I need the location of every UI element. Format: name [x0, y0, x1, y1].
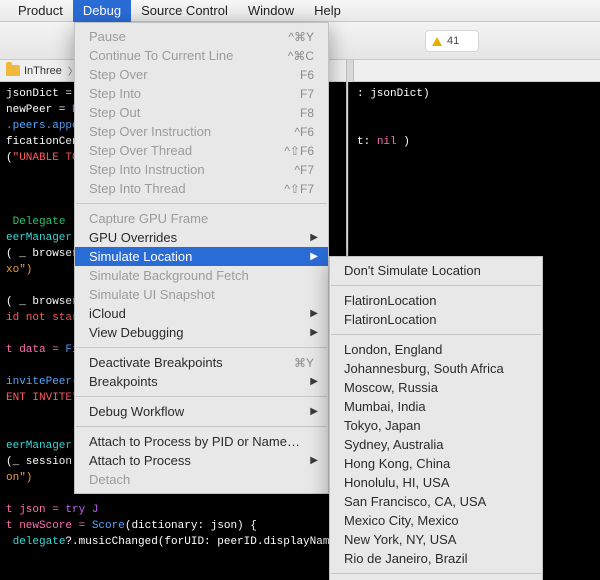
chevron-right-icon: ▶ — [310, 455, 318, 466]
menu-item-gpu-overrides[interactable]: GPU Overrides▶ — [75, 228, 328, 247]
menu-item-step-out: Step OutF8 — [75, 103, 328, 122]
menu-item-debug-workflow[interactable]: Debug Workflow▶ — [75, 402, 328, 421]
menu-item-city[interactable]: Mumbai, India — [330, 397, 542, 416]
chevron-right-icon: ▶ — [310, 232, 318, 243]
menu-item-city[interactable]: Rio de Janeiro, Brazil — [330, 549, 542, 568]
menubar-item-debug[interactable]: Debug — [73, 0, 131, 22]
menu-separator — [331, 573, 541, 574]
menu-item-step-into: Step IntoF7 — [75, 84, 328, 103]
menu-item-deactivate-breakpoints[interactable]: Deactivate Breakpoints⌘Y — [75, 353, 328, 372]
menu-item-city[interactable]: San Francisco, CA, USA — [330, 492, 542, 511]
menu-separator — [76, 426, 327, 427]
menu-separator — [76, 347, 327, 348]
menu-item-simulate-background-fetch: Simulate Background Fetch — [75, 266, 328, 285]
menubar-item-product[interactable]: Product — [8, 0, 73, 22]
menu-item-continue-to-current-line: Continue To Current Line^⌘C — [75, 46, 328, 65]
menu-item-city[interactable]: Honolulu, HI, USA — [330, 473, 542, 492]
chevron-right-icon: ▶ — [310, 308, 318, 319]
menu-item-city[interactable]: Hong Kong, China — [330, 454, 542, 473]
menu-item-attach-pid[interactable]: Attach to Process by PID or Name… — [75, 432, 328, 451]
menu-separator — [76, 396, 327, 397]
menu-item-custom-location[interactable]: FlatironLocation — [330, 291, 542, 310]
menu-item-attach-process[interactable]: Attach to Process▶ — [75, 451, 328, 470]
menu-separator — [331, 334, 541, 335]
chevron-right-icon: ▶ — [310, 376, 318, 387]
menubar-item-help[interactable]: Help — [304, 0, 351, 22]
menu-item-breakpoints[interactable]: Breakpoints▶ — [75, 372, 328, 391]
breadcrumb-item[interactable]: InThree — [24, 65, 62, 77]
menu-item-icloud[interactable]: iCloud▶ — [75, 304, 328, 323]
menubar-item-source-control[interactable]: Source Control — [131, 0, 238, 22]
chevron-right-icon: ▶ — [310, 327, 318, 338]
menu-item-step-into-thread: Step Into Thread^⇧F7 — [75, 179, 328, 198]
menu-item-view-debugging[interactable]: View Debugging▶ — [75, 323, 328, 342]
menu-item-step-over-instruction: Step Over Instruction^F6 — [75, 122, 328, 141]
menu-item-city[interactable]: Mexico City, Mexico — [330, 511, 542, 530]
menu-item-custom-location[interactable]: FlatironLocation — [330, 310, 542, 329]
menu-item-city[interactable]: Johannesburg, South Africa — [330, 359, 542, 378]
simulate-location-submenu: Don't Simulate Location FlatironLocation… — [329, 256, 543, 580]
warning-count-pill[interactable]: 41 — [425, 30, 479, 52]
menu-item-city[interactable]: Tokyo, Japan — [330, 416, 542, 435]
menu-item-dont-simulate[interactable]: Don't Simulate Location — [330, 261, 542, 280]
menubar-item-window[interactable]: Window — [238, 0, 304, 22]
chevron-right-icon: ▶ — [310, 251, 318, 262]
menu-item-pause: Pause^⌘Y — [75, 27, 328, 46]
debug-menu: Pause^⌘Y Continue To Current Line^⌘C Ste… — [74, 22, 329, 494]
menu-separator — [331, 285, 541, 286]
folder-icon — [6, 65, 20, 76]
menu-separator — [76, 203, 327, 204]
chevron-right-icon: ▶ — [310, 406, 318, 417]
menu-item-city[interactable]: Moscow, Russia — [330, 378, 542, 397]
menu-item-city[interactable]: Sydney, Australia — [330, 435, 542, 454]
menu-item-detach: Detach — [75, 470, 328, 489]
warning-icon — [432, 37, 442, 46]
menu-item-city[interactable]: New York, NY, USA — [330, 530, 542, 549]
menu-item-capture-gpu-frame: Capture GPU Frame — [75, 209, 328, 228]
menu-item-step-over-thread: Step Over Thread^⇧F6 — [75, 141, 328, 160]
menu-item-city[interactable]: London, England — [330, 340, 542, 359]
menu-item-step-over: Step OverF6 — [75, 65, 328, 84]
menu-item-step-into-instruction: Step Into Instruction^F7 — [75, 160, 328, 179]
menubar: Product Debug Source Control Window Help — [0, 0, 600, 22]
menu-item-simulate-ui-snapshot: Simulate UI Snapshot — [75, 285, 328, 304]
warning-count: 41 — [447, 35, 459, 47]
menu-item-simulate-location[interactable]: Simulate Location▶ — [75, 247, 328, 266]
